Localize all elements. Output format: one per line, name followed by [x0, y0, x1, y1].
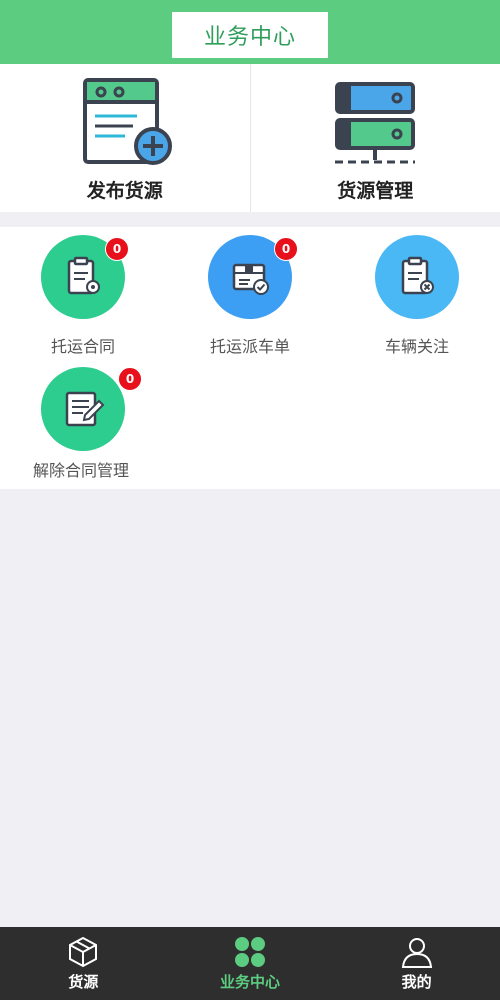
publish-document-plus-icon	[82, 78, 172, 165]
shipping-contract-badge: 0	[105, 237, 129, 261]
cargo-management-button[interactable]: 货源管理	[249, 64, 500, 212]
tab-business-center[interactable]: 业务中心	[167, 927, 334, 1000]
vehicle-follow-circle	[375, 235, 459, 319]
business-grid: 0 托运合同 0 托运派车单 车辆关注 0 解除合同管理	[0, 227, 500, 489]
box-check-icon	[232, 263, 269, 295]
publish-cargo-button[interactable]: 发布货源	[0, 64, 250, 212]
vehicle-follow-item[interactable]: 车辆关注	[334, 235, 500, 356]
clipboard-badge-icon	[67, 256, 100, 295]
cancel-contract-circle	[41, 367, 125, 451]
cancel-contract-label: 解除合同管理	[32, 461, 129, 480]
user-icon	[401, 938, 432, 968]
dispatch-order-badge: 0	[274, 237, 298, 261]
dispatch-order-item[interactable]: 0 托运派车单	[167, 235, 333, 356]
cargo-management-label: 货源管理	[337, 180, 414, 202]
cancel-contract-badge: 0	[118, 367, 142, 391]
top-actions-panel: 发布货源 货源管理	[0, 64, 500, 212]
dispatch-order-label: 托运派车单	[209, 337, 290, 356]
vehicle-follow-label: 车辆关注	[384, 337, 449, 356]
header-bar: 业务中心	[0, 0, 500, 64]
shipping-contract-item[interactable]: 0 托运合同	[0, 235, 166, 356]
server-stack-icon	[335, 82, 416, 164]
cube-icon	[69, 936, 98, 968]
tab-cargo-label: 货源	[68, 973, 99, 991]
document-edit-icon	[65, 391, 105, 427]
publish-cargo-label: 发布货源	[86, 180, 163, 202]
page-title: 业务中心	[172, 12, 328, 58]
cancel-contract-item[interactable]: 0 解除合同管理	[0, 367, 166, 487]
tab-cargo[interactable]: 货源	[0, 927, 167, 1000]
bottom-tab-bar: 货源 业务中心 我的	[0, 927, 500, 1000]
tab-business-center-label: 业务中心	[219, 973, 280, 991]
tab-mine-label: 我的	[401, 973, 432, 991]
four-dots-icon	[234, 937, 265, 967]
shipping-contract-label: 托运合同	[50, 337, 115, 356]
clipboard-x-icon	[401, 256, 434, 295]
tab-mine[interactable]: 我的	[333, 927, 500, 1000]
